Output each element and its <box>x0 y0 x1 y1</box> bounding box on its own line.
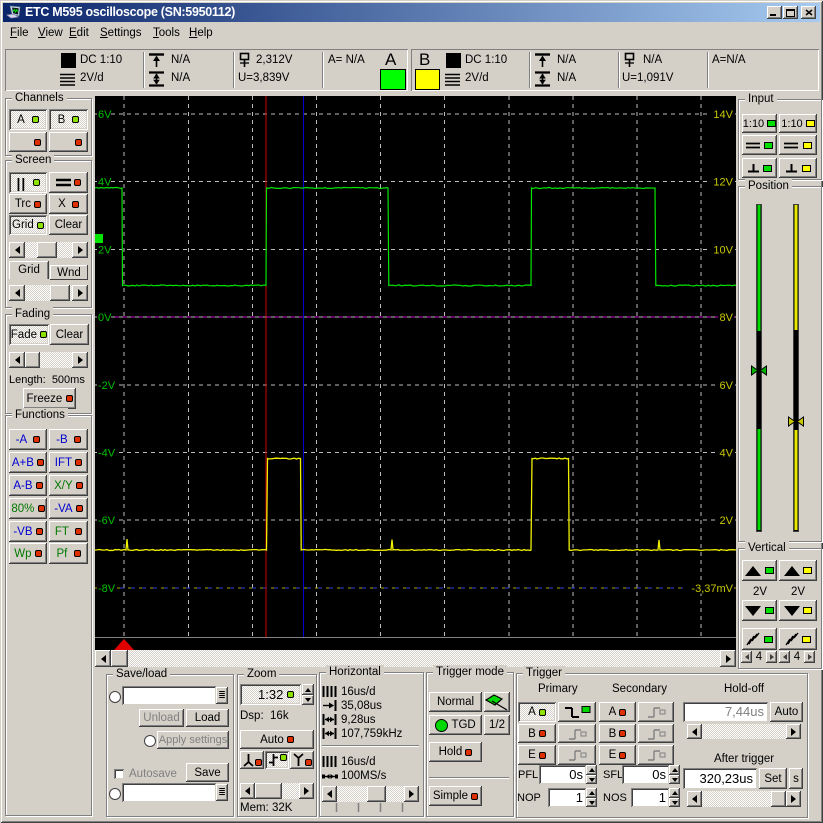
svg-text:14V: 14V <box>713 109 733 121</box>
svg-text:0V: 0V <box>98 312 112 324</box>
svg-text:-3,37mV: -3,37mV <box>691 583 733 595</box>
svg-text:-8V: -8V <box>98 583 116 595</box>
svg-text:-4V: -4V <box>98 448 116 460</box>
svg-text:6V: 6V <box>98 109 112 121</box>
svg-text:4V: 4V <box>720 448 734 460</box>
svg-text:12V: 12V <box>713 177 733 189</box>
svg-text:4V: 4V <box>98 177 112 189</box>
svg-text:2V: 2V <box>720 515 734 527</box>
svg-text:-2V: -2V <box>98 380 116 392</box>
svg-text:10V: 10V <box>713 244 733 256</box>
svg-text:2V: 2V <box>98 244 112 256</box>
svg-text:-6V: -6V <box>98 515 116 527</box>
svg-text:6V: 6V <box>720 380 734 392</box>
svg-text:8V: 8V <box>720 312 734 324</box>
